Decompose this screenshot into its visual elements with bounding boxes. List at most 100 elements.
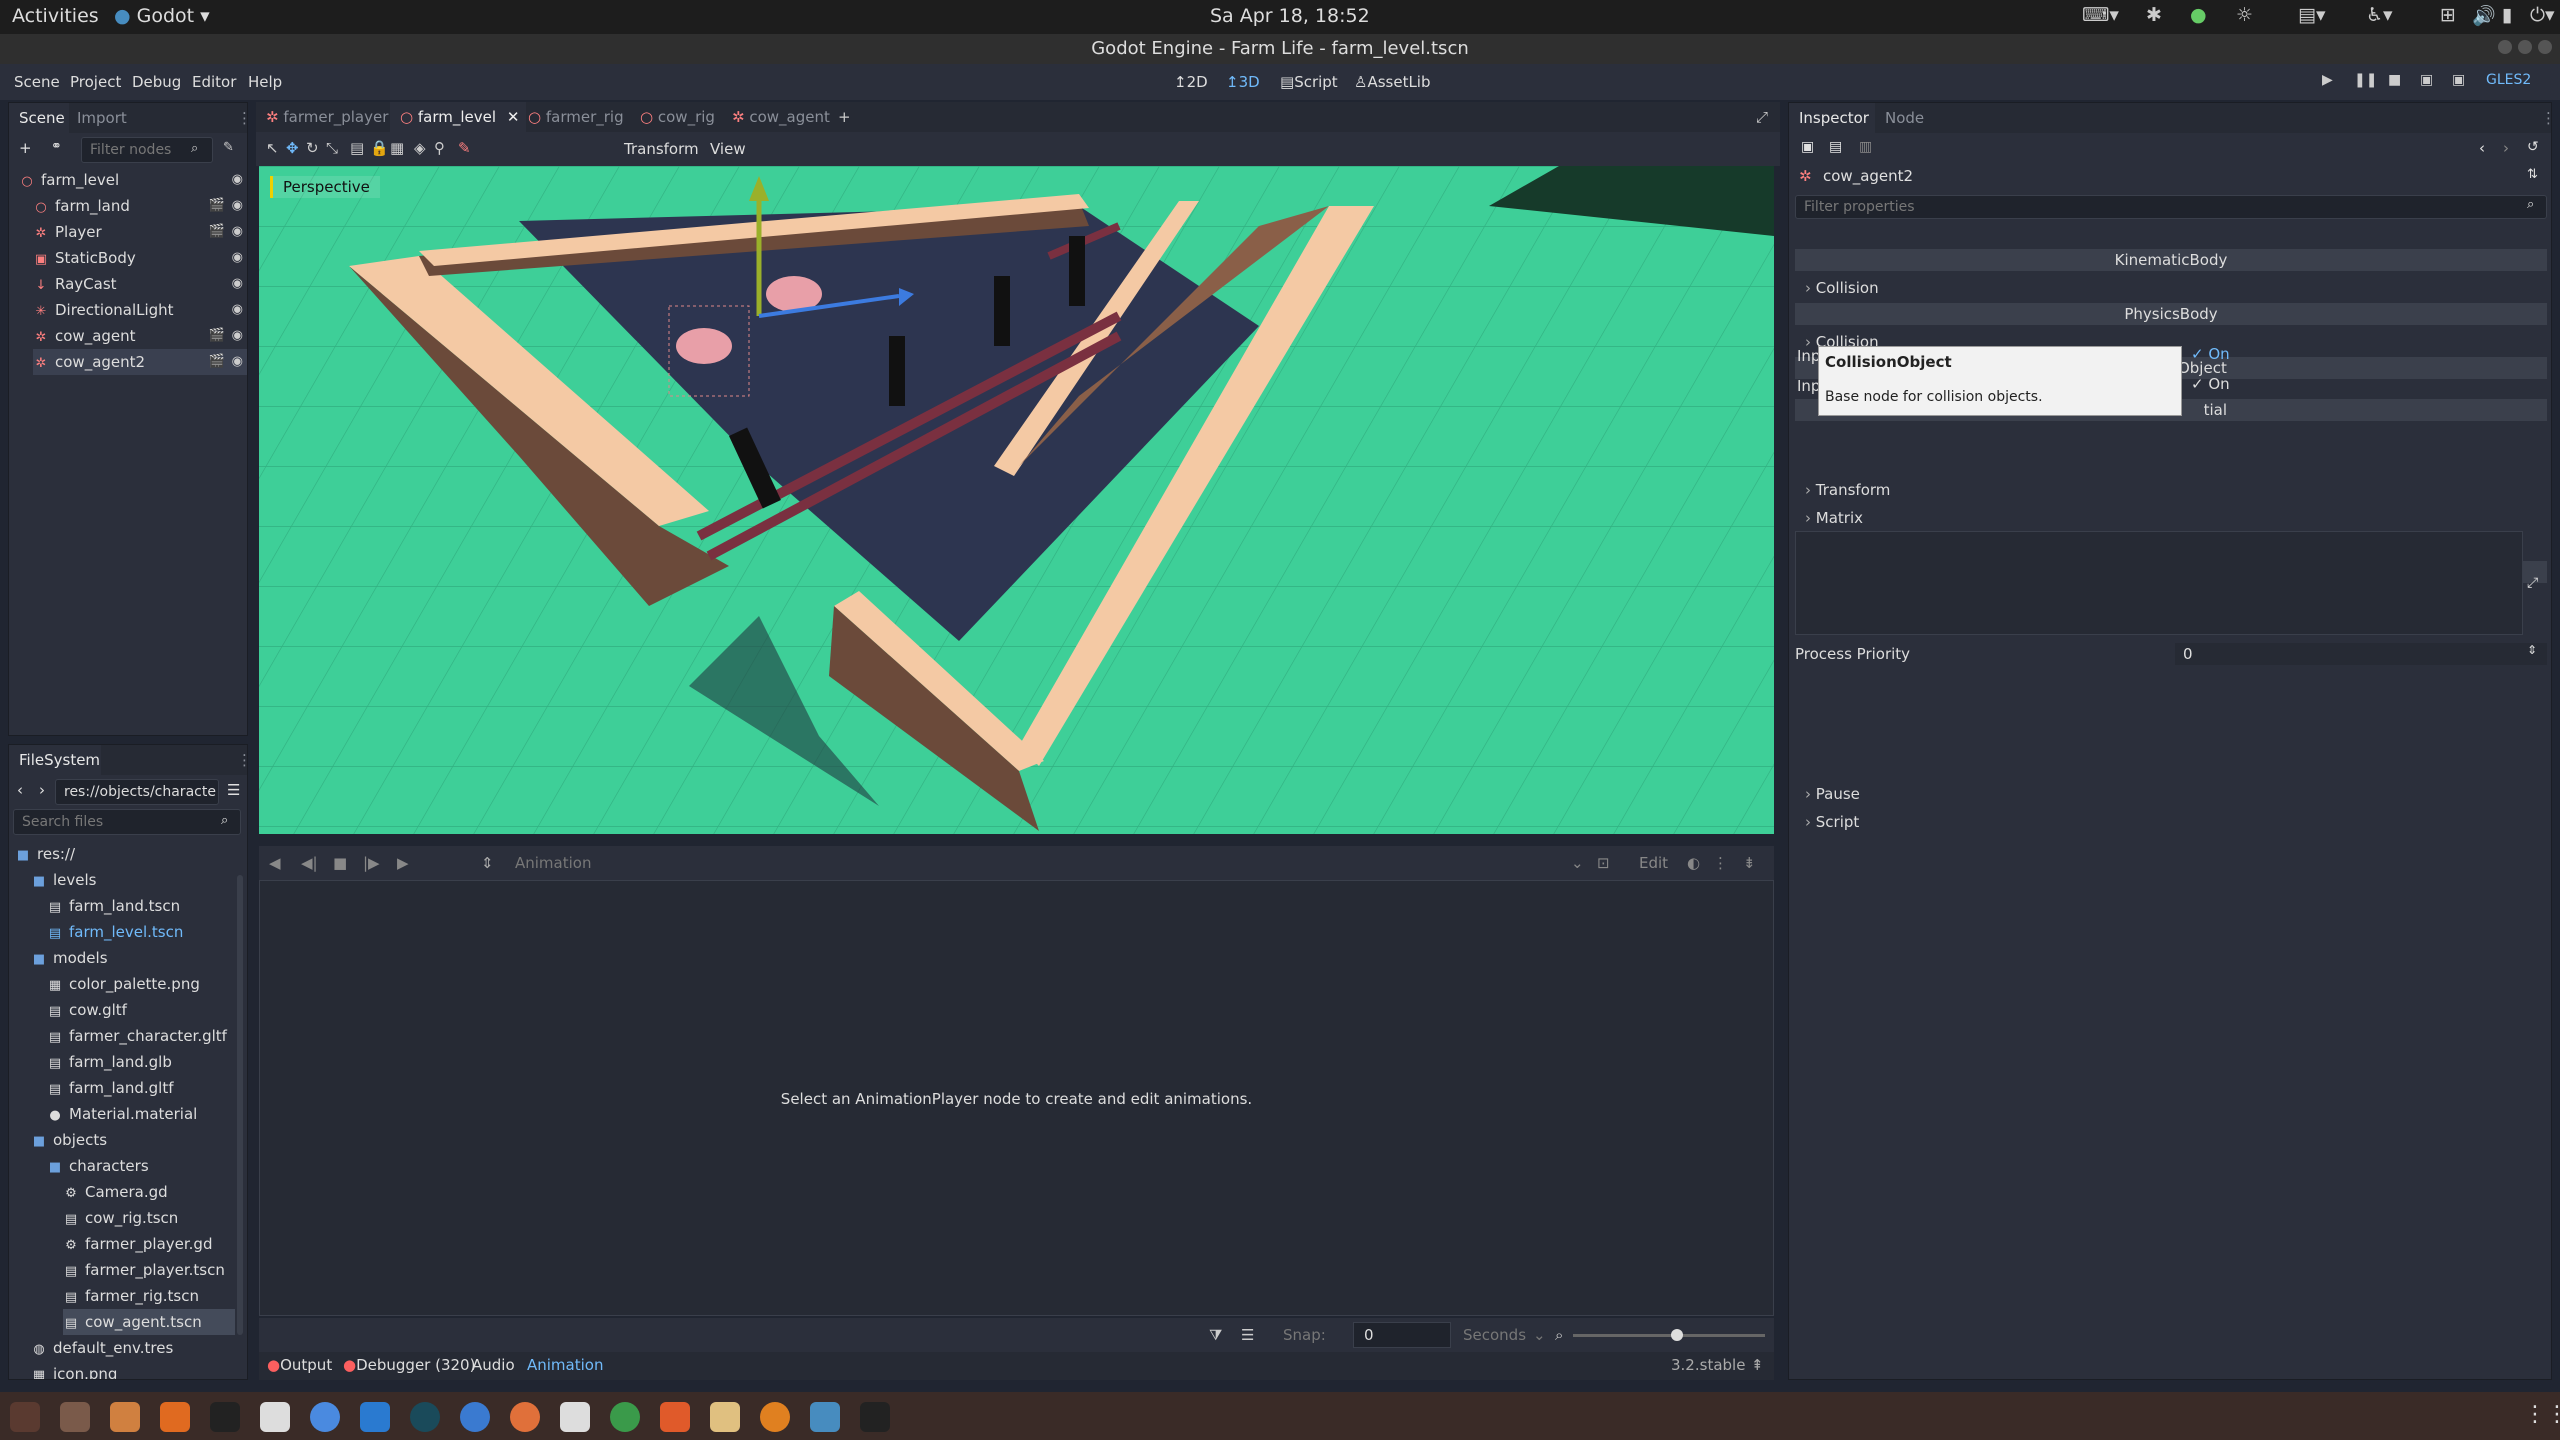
gedit-icon[interactable] <box>260 1402 290 1432</box>
menu-debug[interactable]: Debug <box>132 73 181 91</box>
tab-farmer-player[interactable]: ✲ farmer_player <box>266 108 388 126</box>
file-tree-item[interactable]: ▤ farm_land.tscn <box>47 893 235 919</box>
battery-icon[interactable]: ▮ <box>2502 4 2512 26</box>
list-select-icon[interactable]: ▤ <box>350 139 364 157</box>
play-backwards-start-icon[interactable]: ◀| <box>301 854 318 872</box>
visibility-icon[interactable]: ◉ <box>232 219 243 245</box>
add-tab-icon[interactable]: + <box>838 108 851 126</box>
history-forward-icon[interactable]: › <box>2503 139 2509 157</box>
play-backwards-icon[interactable]: ◀ <box>269 854 281 872</box>
history-icon[interactable]: ↺ <box>2527 139 2539 155</box>
pin-icon[interactable]: ⇟ <box>1743 854 1756 872</box>
file-tree-item[interactable]: ▦ icon.png <box>31 1361 235 1379</box>
play-icon[interactable]: ▶ <box>2322 72 2333 88</box>
tab-debugger[interactable]: ●Debugger (320) <box>343 1356 475 1374</box>
file-tree-item[interactable]: ● Material.material <box>47 1101 235 1127</box>
history-back-icon[interactable]: ‹ <box>2479 139 2485 157</box>
power-icon[interactable]: ⏻▾ <box>2530 4 2555 26</box>
animation-select[interactable]: Animation <box>515 854 591 872</box>
snap-icon[interactable]: ⚲ <box>434 139 445 157</box>
minimize-button[interactable] <box>2498 40 2512 54</box>
tab-inspector[interactable]: Inspector <box>1799 109 1869 127</box>
snap-input[interactable]: 0 <box>1353 1322 1451 1348</box>
scene-tree-item[interactable]: ✲ Player ◉ 🎬 <box>33 219 247 245</box>
accessibility-icon[interactable]: ♿▾ <box>2366 4 2393 26</box>
new-resource-icon[interactable]: ▣ <box>1801 139 1814 155</box>
app-launcher-icon[interactable] <box>10 1402 40 1432</box>
tab-filesystem[interactable]: FileSystem <box>19 751 100 769</box>
pause-icon[interactable]: ❚❚ <box>2354 72 2377 88</box>
selected-node-name[interactable]: cow_agent2 <box>1823 167 1913 185</box>
edit-menu[interactable]: Edit <box>1639 854 1668 872</box>
save-resource-icon[interactable]: ▥ <box>1859 139 1872 155</box>
file-tree-item[interactable]: ▤ farm_land.glb <box>47 1049 235 1075</box>
update-icon[interactable]: ● <box>2190 4 2207 26</box>
open-scene-icon[interactable]: 🎬 <box>209 349 225 375</box>
scrollbar[interactable] <box>237 875 243 1335</box>
file-tree-item[interactable]: ▤ cow.gltf <box>47 997 235 1023</box>
dropdown-icon[interactable]: ⌄ <box>1533 1326 1546 1344</box>
file-tree-item[interactable]: ⚙ farmer_player.gd <box>63 1231 235 1257</box>
stop-icon[interactable]: ■ <box>2388 72 2401 88</box>
tab-output[interactable]: ●Output <box>267 1356 332 1374</box>
mode-script-button[interactable]: ▤Script <box>1280 73 1338 91</box>
visibility-icon[interactable]: ◉ <box>232 245 243 271</box>
editor-description-field[interactable] <box>1795 531 2523 635</box>
file-tree-item[interactable]: ■ res:// <box>15 841 235 867</box>
vscode-icon[interactable] <box>360 1402 390 1432</box>
checkbox-on[interactable]: ✓ On <box>2191 345 2230 363</box>
play-scene-icon[interactable]: ▣ <box>2420 72 2433 88</box>
firefox-icon[interactable] <box>510 1402 540 1432</box>
mode-3d-button[interactable]: ↥3D <box>1226 73 1260 91</box>
checkbox-on[interactable]: ✓ On <box>2191 375 2230 393</box>
play-start-icon[interactable]: |▶ <box>363 854 380 872</box>
scene-tree-item[interactable]: ○ farm_level ◉ <box>19 167 247 193</box>
file-tree-item[interactable]: ■ levels <box>31 867 235 893</box>
scene-tree-item[interactable]: ↓ RayCast ◉ <box>33 271 247 297</box>
tab-import[interactable]: Import <box>77 109 127 127</box>
dock-menu-icon[interactable]: ⋮ <box>237 751 247 769</box>
script-attach-icon[interactable]: ✎ <box>223 140 234 155</box>
3d-viewport[interactable] <box>259 166 1774 834</box>
tab-animation[interactable]: Animation <box>527 1356 603 1374</box>
open-scene-icon[interactable]: 🎬 <box>209 193 225 219</box>
process-priority-input[interactable]: 0 <box>2175 643 2547 665</box>
files-icon[interactable] <box>110 1402 140 1432</box>
visibility-icon[interactable]: ◉ <box>232 349 243 375</box>
property-group[interactable]: › Script <box>1795 811 2547 833</box>
onion-skin-icon[interactable]: ◐ <box>1687 854 1700 872</box>
split-view-icon[interactable]: ☰ <box>227 781 240 799</box>
blender-icon[interactable] <box>760 1402 790 1432</box>
brightness-icon[interactable]: ☼ <box>2236 4 2253 26</box>
file-tree-item[interactable]: ◍ default_env.tres <box>31 1335 235 1361</box>
filter-properties-input[interactable]: Filter properties <box>1795 195 2547 219</box>
property-group[interactable]: › Matrix <box>1795 507 2547 529</box>
chrome-icon[interactable] <box>310 1402 340 1432</box>
app-menu-button[interactable]: ● Godot ▾ <box>114 5 210 27</box>
rotate-tool-icon[interactable]: ↻ <box>306 139 319 157</box>
zoom-slider[interactable] <box>1573 1334 1765 1337</box>
scene-tree-item[interactable]: ✲ cow_agent ◉ 🎬 <box>33 323 247 349</box>
property-group[interactable]: › Pause <box>1795 783 2547 805</box>
visibility-icon[interactable]: ◉ <box>232 297 243 323</box>
select-tool-icon[interactable]: ↖ <box>266 139 279 157</box>
file-tree-item[interactable]: ▤ cow_rig.tscn <box>63 1205 235 1231</box>
zoom-slider-handle[interactable] <box>1671 1329 1683 1341</box>
property-group[interactable]: › Collision <box>1795 277 2547 299</box>
add-node-icon[interactable]: + <box>19 139 32 157</box>
clipboard-icon[interactable]: ▤▾ <box>2298 4 2326 26</box>
tab-cow-rig[interactable]: ○ cow_rig <box>640 108 715 126</box>
filter-icon[interactable]: ⧩ <box>1209 1326 1222 1344</box>
lock-icon[interactable]: 🔒 <box>370 139 389 157</box>
keyboard-icon[interactable]: ⌨▾ <box>2082 4 2119 26</box>
spinner-icon[interactable]: ⇕ <box>2527 643 2537 657</box>
tab-cow-agent[interactable]: ✲ cow_agent <box>732 108 830 126</box>
scene-tree-item[interactable]: ✳ DirectionalLight ◉ <box>33 297 247 323</box>
distraction-free-icon[interactable]: ⤢ <box>1756 108 1768 126</box>
file-tree-item[interactable]: ▤ farmer_character.gltf <box>47 1023 235 1049</box>
expand-icon[interactable]: ⤢ <box>2527 575 2538 591</box>
spinner-icon[interactable]: ⇕ <box>481 854 494 872</box>
list-icon[interactable]: ☰ <box>1241 1326 1254 1344</box>
file-tree-item[interactable]: ▤ cow_agent.tscn <box>63 1309 235 1335</box>
help-icon[interactable] <box>460 1402 490 1432</box>
